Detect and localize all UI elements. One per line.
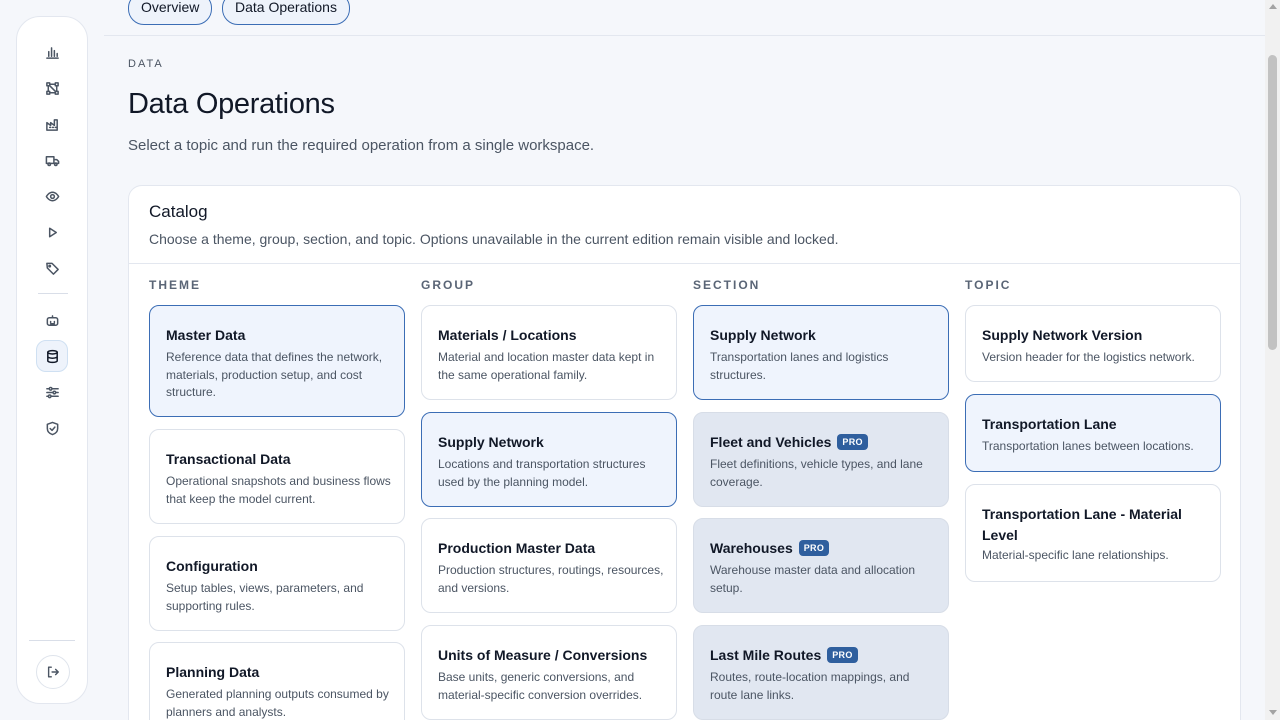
page-subtitle: Select a topic and run the required oper… xyxy=(128,137,595,154)
card-title: Transactional Data xyxy=(166,451,291,467)
page-eyebrow: DATA xyxy=(128,58,164,70)
card-description: Locations and transportation structures … xyxy=(438,457,646,489)
card-title: Supply Network xyxy=(438,434,544,450)
card-description: Setup tables, views, parameters, and sup… xyxy=(166,581,364,613)
truck-icon[interactable] xyxy=(36,144,68,176)
pro-badge: PRO xyxy=(798,540,830,556)
sliders-icon[interactable] xyxy=(36,376,68,408)
card-description: Material and location master data kept i… xyxy=(438,350,655,382)
card-description: Fleet definitions, vehicle types, and la… xyxy=(710,457,923,489)
group-column-header: GROUP xyxy=(421,278,476,292)
card-description: Reference data that defines the network,… xyxy=(166,350,383,399)
card-description: Base units, generic conversions, and mat… xyxy=(438,670,643,702)
robot-icon[interactable] xyxy=(36,304,68,336)
database-icon[interactable] xyxy=(36,340,68,372)
catalog-header: Catalog Choose a theme, group, section, … xyxy=(129,186,1240,264)
card-title-text: Last Mile Routes xyxy=(710,647,822,663)
shield-check-icon[interactable] xyxy=(36,412,68,444)
card-title: Configuration xyxy=(166,558,258,574)
catalog-panel: Catalog Choose a theme, group, section, … xyxy=(128,185,1241,720)
topic-column-header: TOPIC xyxy=(965,278,1012,292)
pro-badge: PRO xyxy=(837,434,868,450)
section-card-warehouses[interactable]: Warehouses PRO Warehouse master data and… xyxy=(693,518,949,613)
logout-button[interactable] xyxy=(36,655,70,689)
scroll-up-arrow[interactable] xyxy=(1269,4,1277,9)
card-title: Master Data xyxy=(166,327,246,343)
tab-overview[interactable]: Overview xyxy=(128,0,213,25)
page-title: Data Operations xyxy=(128,88,335,120)
section-card-supply-network[interactable]: Supply Network Transportation lanes and … xyxy=(693,305,949,400)
theme-card-master-data[interactable]: Master Data Reference data that defines … xyxy=(149,305,405,417)
vertical-scrollbar[interactable] xyxy=(1265,0,1280,720)
eye-icon[interactable] xyxy=(36,180,68,212)
factory-icon[interactable] xyxy=(36,108,68,140)
catalog-title: Catalog xyxy=(149,202,208,221)
tag-icon[interactable] xyxy=(36,252,68,284)
card-title: Materials / Locations xyxy=(438,327,577,343)
section-column-header: SECTION xyxy=(693,278,761,292)
scroll-thumb[interactable] xyxy=(1268,55,1277,350)
theme-card-transactional-data[interactable]: Transactional Data Operational snapshots… xyxy=(149,429,405,524)
group-card-supply-network[interactable]: Supply Network Locations and transportat… xyxy=(421,412,677,507)
topic-card-transportation-lane-material-level[interactable]: Transportation Lane - Material Level Mat… xyxy=(965,484,1221,582)
sidebar-divider-bottom xyxy=(29,640,75,641)
theme-column-header: THEME xyxy=(149,278,201,292)
card-title: Planning Data xyxy=(166,664,260,680)
play-icon[interactable] xyxy=(36,216,68,248)
scroll-down-arrow[interactable] xyxy=(1269,710,1277,715)
topic-card-transportation-lane[interactable]: Transportation Lane Transportation lanes… xyxy=(965,394,1221,472)
card-title: Transportation Lane xyxy=(982,416,1117,432)
tab-label: Overview xyxy=(141,0,200,15)
bar-chart-icon[interactable] xyxy=(36,36,68,68)
pro-badge: PRO xyxy=(827,647,858,663)
theme-card-configuration[interactable]: Configuration Setup tables, views, param… xyxy=(149,536,405,631)
tab-data-operations[interactable]: Data Operations xyxy=(222,0,350,25)
card-description: Routes, route-location mappings, and rou… xyxy=(710,670,910,702)
card-title: Supply Network xyxy=(710,327,816,343)
card-description: Production structures, routings, resourc… xyxy=(438,563,664,595)
card-description: Transportation lanes and logistics struc… xyxy=(710,350,889,382)
sidebar-rail xyxy=(16,16,88,704)
logout-icon xyxy=(47,666,59,678)
card-title-text: Warehouses xyxy=(710,540,793,556)
card-title: Fleet and Vehicles PRO xyxy=(710,432,868,452)
card-description: Operational snapshots and business flows… xyxy=(166,474,391,506)
card-title-text: Fleet and Vehicles xyxy=(710,434,832,450)
card-description: Generated planning outputs consumed by p… xyxy=(166,687,389,719)
card-description: Warehouse master data and allocation set… xyxy=(710,563,916,595)
sidebar-divider xyxy=(38,293,68,294)
card-title: Units of Measure / Conversions xyxy=(438,647,648,663)
card-title: Last Mile Routes PRO xyxy=(710,645,858,665)
top-tab-bar: Overview Data Operations xyxy=(104,0,1265,36)
group-card-units-of-measure[interactable]: Units of Measure / Conversions Base unit… xyxy=(421,625,677,720)
card-title: Production Master Data xyxy=(438,540,596,556)
section-card-last-mile-routes[interactable]: Last Mile Routes PRO Routes, route-locat… xyxy=(693,625,949,720)
section-card-fleet-and-vehicles[interactable]: Fleet and Vehicles PRO Fleet definitions… xyxy=(693,412,949,507)
card-description: Transportation lanes between locations. xyxy=(982,439,1194,453)
group-card-materials-locations[interactable]: Materials / Locations Material and locat… xyxy=(421,305,677,400)
tab-label: Data Operations xyxy=(235,0,337,15)
card-description: Version header for the logistics network… xyxy=(982,350,1195,364)
card-title: Warehouses PRO xyxy=(710,538,830,558)
theme-card-planning-data[interactable]: Planning Data Generated planning outputs… xyxy=(149,642,405,720)
card-title: Supply Network Version xyxy=(982,327,1143,343)
card-description: Material-specific lane relationships. xyxy=(982,548,1169,562)
network-icon[interactable] xyxy=(36,72,68,104)
group-card-production-master-data[interactable]: Production Master Data Production struct… xyxy=(421,518,677,613)
topic-card-supply-network-version[interactable]: Supply Network Version Version header fo… xyxy=(965,305,1221,382)
card-title: Transportation Lane - Material Level xyxy=(982,506,1182,543)
catalog-subtitle: Choose a theme, group, section, and topi… xyxy=(149,231,839,247)
